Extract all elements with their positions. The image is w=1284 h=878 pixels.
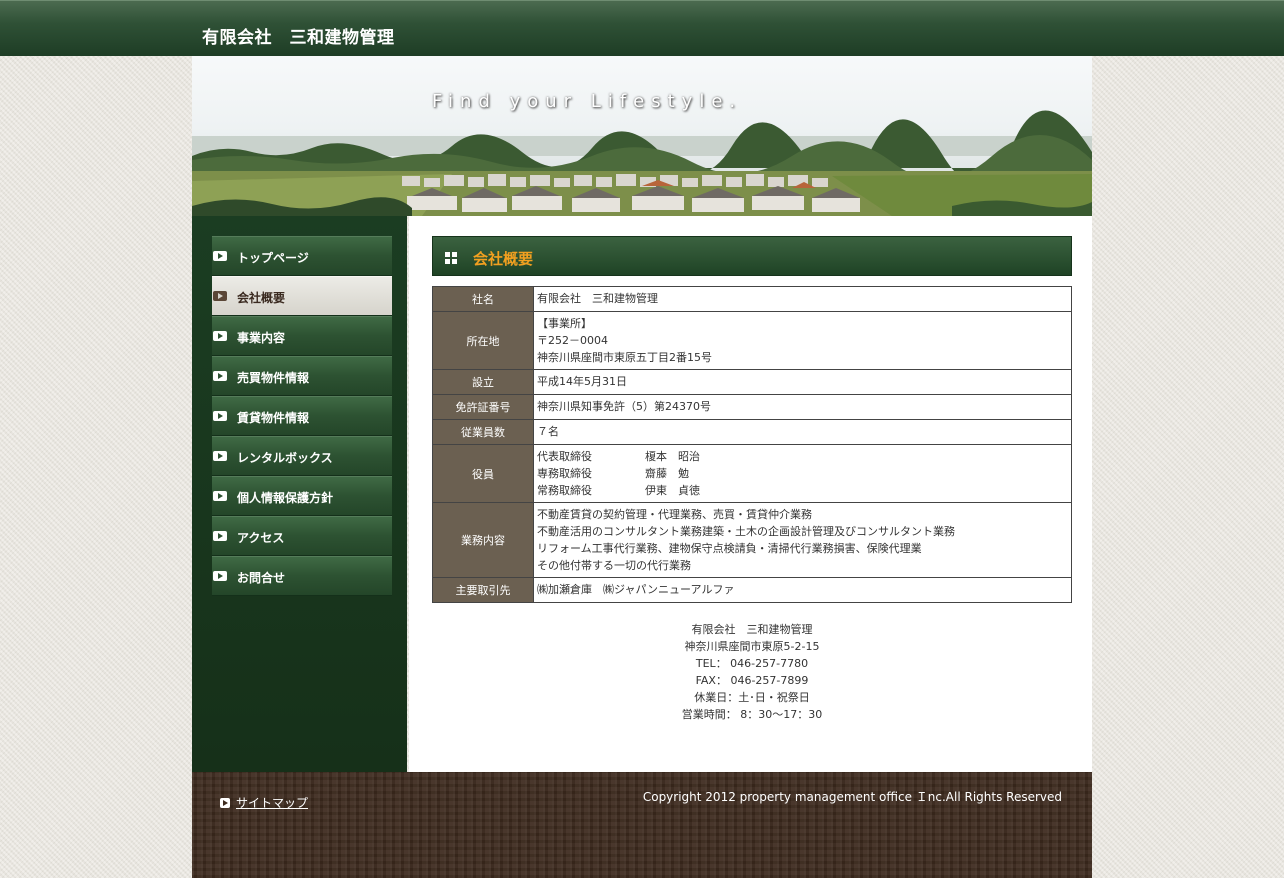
clients-value: ㈱加瀬倉庫 ㈱ジャパンニューアルファ (533, 577, 1072, 603)
site-header: 有限会社 三和建物管理 (0, 0, 1284, 56)
section-header: 会社概要 (432, 236, 1072, 276)
arrow-icon (220, 798, 230, 808)
main-content: 会社概要 社名 有限会社 三和建物管理 所在地 【事業所】 〒252－0004 … (409, 216, 1092, 772)
table-row: 設立 平成14年5月31日 (432, 369, 1072, 395)
arrow-icon (213, 291, 227, 301)
nav-item-label: 事業内容 (237, 331, 286, 345)
row-label-address: 所在地 (432, 311, 534, 370)
contact-line: 神奈川県座間市東原5-2-15 (684, 640, 820, 653)
table-row: 役員 代表取締役 榎本 昭治 専務取締役 齋藤 勉 常務取締役 伊東 貞徳 (432, 444, 1072, 503)
officer-name: 伊東 貞徳 (645, 484, 700, 497)
nav-item[interactable]: お問合せ (212, 556, 392, 596)
business-line: リフォーム工事代行業務、建物保守点検請負・清掃代行業務損害、保険代理業 (537, 542, 922, 555)
nav-item-label: 個人情報保護方針 (237, 491, 334, 505)
sitemap-link[interactable]: サイトマップ (220, 794, 308, 811)
table-row: 免許証番号 神奈川県知事免許（5）第24370号 (432, 394, 1072, 420)
contact-info: 有限会社 三和建物管理 神奈川県座間市東原5-2-15 TEL： 046‐257… (432, 621, 1072, 723)
row-label-name: 社名 (432, 286, 534, 312)
nav-item[interactable]: 事業内容 (212, 316, 392, 356)
table-row: 社名 有限会社 三和建物管理 (432, 286, 1072, 312)
nav-item-label: アクセス (237, 531, 285, 545)
row-label-employees: 従業員数 (432, 419, 534, 445)
nav-item[interactable]: レンタルボックス (212, 436, 392, 476)
nav-item-label: お問合せ (237, 571, 286, 585)
nav-item[interactable]: アクセス (212, 516, 392, 556)
nav-item-label: レンタルボックス (237, 451, 333, 465)
arrow-icon (213, 451, 227, 461)
contact-line: 有限会社 三和建物管理 (691, 623, 813, 636)
nav-item-label: トップページ (237, 251, 309, 265)
arrow-icon (213, 411, 227, 421)
address-line: 〒252－0004 (537, 334, 608, 347)
nav-item[interactable]: トップページ (212, 236, 392, 276)
site-footer: サイトマップ Copyright 2012 property managemen… (192, 772, 1092, 878)
nav-item[interactable]: 売買物件情報 (212, 356, 392, 396)
hero-tagline: Find your Lifestyle. (432, 91, 743, 112)
employees-value: ７名 (533, 419, 1072, 445)
officers-value: 代表取締役 榎本 昭治 専務取締役 齋藤 勉 常務取締役 伊東 貞徳 (533, 444, 1072, 503)
address-line: 神奈川県座間市東原五丁目2番15号 (537, 351, 712, 364)
officer-title: 専務取締役 (537, 467, 592, 480)
site-title[interactable]: 有限会社 三和建物管理 (202, 23, 395, 48)
contact-line: 営業時間： 8：30〜17：30 (681, 708, 823, 721)
license-value: 神奈川県知事免許（5）第24370号 (533, 394, 1072, 420)
grid-icon (445, 252, 457, 264)
officer-name: 榎本 昭治 (645, 450, 700, 463)
nav-item-label: 売買物件情報 (237, 371, 310, 385)
company-info-table: 社名 有限会社 三和建物管理 所在地 【事業所】 〒252－0004 神奈川県座… (432, 286, 1072, 603)
hero-landscape-image (192, 110, 1092, 216)
contact-line: FAX： 046‐257‐7899 (695, 674, 809, 687)
table-row: 従業員数 ７名 (432, 419, 1072, 445)
contact-line: TEL： 046‐257‐7780 (695, 657, 809, 670)
side-nav: トップページ 会社概要事業内容売買物件情報 賃貸物件情報レンタルボックス 個人情報保護… (212, 236, 392, 596)
officer-title: 代表取締役 (537, 450, 592, 463)
officer-entry: 代表取締役 榎本 昭治 (537, 448, 1068, 465)
officer-name: 齋藤 勉 (645, 467, 689, 480)
arrow-icon (213, 491, 227, 501)
officer-entry: 専務取締役 齋藤 勉 (537, 465, 1068, 482)
copyright: Copyright 2012 property management offic… (642, 790, 1062, 804)
address-value: 【事業所】 〒252－0004 神奈川県座間市東原五丁目2番15号 (533, 311, 1072, 370)
row-label-business: 業務内容 (432, 502, 534, 578)
row-label-license: 免許証番号 (432, 394, 534, 420)
business-line: 不動産賃貸の契約管理・代理業務、売買・賃貸仲介業務 (537, 508, 812, 521)
nav-item[interactable]: 賃貸物件情報 (212, 396, 392, 436)
arrow-icon (213, 371, 227, 381)
business-value: 不動産賃貸の契約管理・代理業務、売買・賃貸仲介業務 不動産活用のコンサルタント業… (533, 502, 1072, 578)
company-name-value: 有限会社 三和建物管理 (533, 286, 1072, 312)
arrow-icon (213, 531, 227, 541)
section-title: 会社概要 (473, 250, 534, 268)
hero-banner: Find your Lifestyle. (192, 56, 1092, 216)
nav-item-label: 賃貸物件情報 (237, 411, 310, 425)
table-row: 所在地 【事業所】 〒252－0004 神奈川県座間市東原五丁目2番15号 (432, 311, 1072, 370)
nav-item[interactable]: 個人情報保護方針 (212, 476, 392, 516)
officer-entry: 常務取締役 伊東 貞徳 (537, 482, 1068, 499)
arrow-icon (213, 251, 227, 261)
row-label-clients: 主要取引先 (432, 577, 534, 603)
nav-item[interactable]: 会社概要 (212, 276, 392, 316)
table-row: 主要取引先 ㈱加瀬倉庫 ㈱ジャパンニューアルファ (432, 577, 1072, 603)
nav-item-label: 会社概要 (237, 291, 286, 305)
contact-line: 休業日：土･日・祝祭日 (694, 691, 810, 704)
officer-title: 常務取締役 (537, 484, 592, 497)
sidebar: トップページ 会社概要事業内容売買物件情報 賃貸物件情報レンタルボックス 個人情報保護… (192, 216, 407, 772)
row-label-officers: 役員 (432, 444, 534, 503)
founded-value: 平成14年5月31日 (533, 369, 1072, 395)
sitemap-label: サイトマップ (236, 796, 309, 810)
address-line: 【事業所】 (537, 317, 592, 330)
arrow-icon (213, 331, 227, 341)
business-line: 不動産活用のコンサルタント業務建築・土木の企画設計管理及びコンサルタント業務 (537, 525, 955, 538)
table-row: 業務内容 不動産賃貸の契約管理・代理業務、売買・賃貸仲介業務 不動産活用のコンサ… (432, 502, 1072, 578)
business-line: その他付帯する一切の代行業務 (537, 559, 691, 572)
arrow-icon (213, 571, 227, 581)
row-label-founded: 設立 (432, 369, 534, 395)
